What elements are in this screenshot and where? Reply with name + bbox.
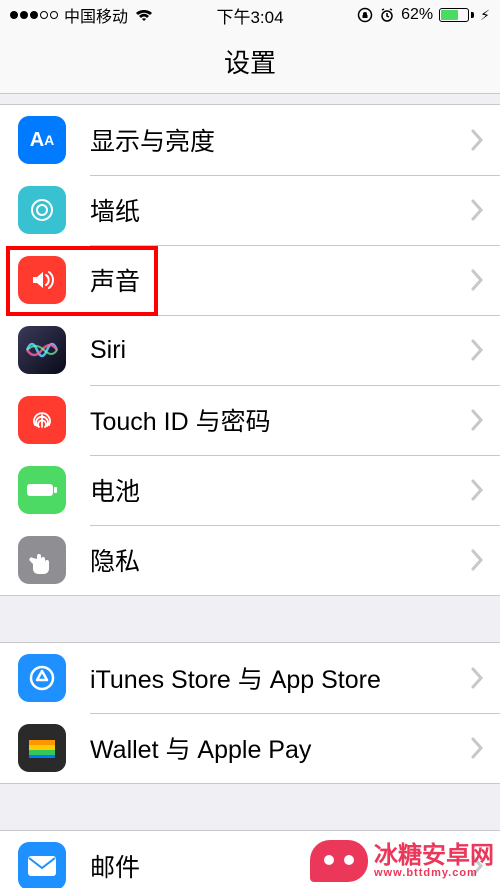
fingerprint-icon <box>18 396 66 444</box>
orientation-lock-icon <box>357 7 373 23</box>
alarm-icon <box>379 7 395 23</box>
carrier-label: 中国移动 <box>64 3 128 27</box>
row-itunes[interactable]: iTunes Store 与 App Store <box>0 643 500 713</box>
nav-header: 设置 <box>0 30 500 94</box>
row-label: 隐私 <box>90 542 470 578</box>
settings-group-2: iTunes Store 与 App Store Wallet 与 Apple … <box>0 642 500 784</box>
mail-icon <box>18 842 66 888</box>
signal-dots-icon <box>10 11 58 19</box>
chevron-right-icon <box>470 409 484 431</box>
row-label: 电池 <box>90 472 470 508</box>
siri-icon <box>18 326 66 374</box>
chevron-right-icon <box>470 479 484 501</box>
status-bar: 中国移动 下午3:04 62% ⚡︎ <box>0 0 500 30</box>
row-label: Touch ID 与密码 <box>90 402 470 438</box>
watermark-url: www.bttdmy.com <box>374 868 494 879</box>
row-wallet[interactable]: Wallet 与 Apple Pay <box>0 713 500 783</box>
row-display[interactable]: AA 显示与亮度 <box>0 105 500 175</box>
sounds-icon <box>18 256 66 304</box>
row-label: iTunes Store 与 App Store <box>90 660 470 696</box>
status-left: 中国移动 <box>10 3 154 27</box>
row-sounds[interactable]: 声音 <box>0 245 500 315</box>
row-battery[interactable]: 电池 <box>0 455 500 525</box>
watermark-text: 冰糖安卓网 <box>374 844 494 868</box>
row-privacy[interactable]: 隐私 <box>0 525 500 595</box>
privacy-icon <box>18 536 66 584</box>
charging-icon: ⚡︎ <box>480 7 490 24</box>
display-icon: AA <box>18 116 66 164</box>
screen: 中国移动 下午3:04 62% ⚡︎ 设置 A <box>0 0 500 888</box>
wallet-icon <box>18 724 66 772</box>
chevron-right-icon <box>470 269 484 291</box>
wifi-icon <box>134 8 154 22</box>
settings-list: AA 显示与亮度 墙纸 声音 <box>0 104 500 888</box>
status-time: 下午3:04 <box>216 3 283 28</box>
row-wallpaper[interactable]: 墙纸 <box>0 175 500 245</box>
settings-group-1: AA 显示与亮度 墙纸 声音 <box>0 104 500 596</box>
watermark-logo-icon <box>310 840 368 882</box>
chevron-right-icon <box>470 549 484 571</box>
battery-icon <box>439 8 474 22</box>
row-siri[interactable]: Siri <box>0 315 500 385</box>
chevron-right-icon <box>470 129 484 151</box>
wallpaper-icon <box>18 186 66 234</box>
chevron-right-icon <box>470 667 484 689</box>
chevron-right-icon <box>470 737 484 759</box>
row-label: 墙纸 <box>90 192 470 228</box>
row-label: Siri <box>90 336 470 365</box>
status-right: 62% ⚡︎ <box>357 6 490 24</box>
battery-row-icon <box>18 466 66 514</box>
chevron-right-icon <box>470 339 484 361</box>
watermark: 冰糖安卓网 www.bttdmy.com <box>310 840 494 882</box>
appstore-icon <box>18 654 66 702</box>
row-touchid[interactable]: Touch ID 与密码 <box>0 385 500 455</box>
page-title: 设置 <box>224 43 276 80</box>
battery-pct: 62% <box>401 6 433 24</box>
row-label: Wallet 与 Apple Pay <box>90 730 470 766</box>
row-label: 声音 <box>90 262 470 298</box>
row-label: 显示与亮度 <box>90 122 470 158</box>
chevron-right-icon <box>470 199 484 221</box>
